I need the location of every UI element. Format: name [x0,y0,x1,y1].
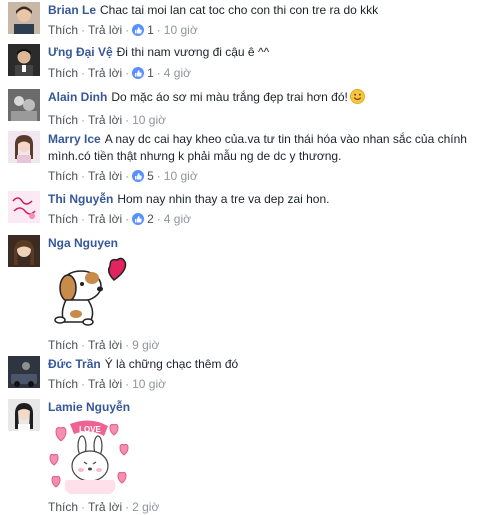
comment-text: Hom nay nhin thay a tre va dep zai hon. [117,192,330,206]
like-icon [132,67,145,79]
like-icon [132,24,145,36]
like-link[interactable]: Thích [48,377,78,391]
timestamp[interactable]: 10 giờ [164,23,198,37]
reply-link[interactable]: Trả lời [88,23,122,37]
reply-link[interactable]: Trả lời [88,377,122,391]
timestamp[interactable]: 4 giờ [164,66,191,80]
timestamp[interactable]: 2 giờ [132,500,159,514]
avatar[interactable] [8,2,40,34]
timestamp[interactable]: 10 giờ [164,169,198,183]
like-count[interactable]: 5 [147,169,154,183]
avatar[interactable] [8,235,40,267]
comment-author[interactable]: Lamie Nguyễn [48,400,130,414]
avatar[interactable] [8,399,40,431]
comment-author[interactable]: Thi Nguyễn [48,192,113,206]
comment-text: Ý là chững chạc thêm đó [104,357,239,371]
like-count[interactable]: 2 [147,212,154,226]
comment-author[interactable]: Ưng Đại Vệ [48,45,113,59]
comment-text: Do mặc áo sơ mi màu trắng đẹp trai hơn đ… [111,90,348,104]
avatar[interactable] [8,356,40,388]
comment-author[interactable]: Marry Ice [48,132,101,146]
like-link[interactable]: Thích [48,113,78,127]
like-icon [132,170,145,182]
avatar[interactable] [8,191,40,223]
comment-text: Đi thi nam vương đi cậu ê ^^ [116,45,270,59]
like-count[interactable]: 1 [147,23,154,37]
like-link[interactable]: Thích [48,500,78,514]
love-bunny-sticker[interactable]: LOVE [48,418,493,499]
reply-link[interactable]: Trả lời [88,169,122,183]
comment-text: A nay dc cai hay kheo của.va tư tin thái… [104,132,467,146]
smile-emoji-icon [349,89,365,109]
timestamp[interactable]: 4 giờ [164,212,191,226]
like-link[interactable]: Thích [48,169,78,183]
reply-link[interactable]: Trả lời [88,212,122,226]
dog-heart-sticker[interactable] [48,256,493,335]
timestamp[interactable]: 9 giờ [132,338,159,352]
timestamp[interactable]: 10 giờ [132,377,166,391]
like-count[interactable]: 1 [147,66,154,80]
like-icon [132,213,145,225]
like-link[interactable]: Thích [48,338,78,352]
avatar[interactable] [8,131,40,163]
comment-author[interactable]: Nga Nguyen [48,236,118,250]
svg-text:LOVE: LOVE [79,425,101,434]
reply-link[interactable]: Trả lời [88,338,122,352]
reply-link[interactable]: Trả lời [88,113,122,127]
like-link[interactable]: Thích [48,212,78,226]
like-link[interactable]: Thích [48,23,78,37]
reply-link[interactable]: Trả lời [88,500,122,514]
like-link[interactable]: Thích [48,66,78,80]
comment-text: mình.có tiền thật nhưng k phải mẫu ng de… [48,149,342,163]
timestamp[interactable]: 10 giờ [132,113,166,127]
comment-text: Chac tai moi lan cat toc cho con thi con… [100,3,379,17]
avatar[interactable] [8,44,40,76]
comment-author[interactable]: Đức Trần [48,357,101,371]
reply-link[interactable]: Trả lời [88,66,122,80]
avatar[interactable] [8,89,40,121]
comment-author[interactable]: Alain Dinh [48,90,107,104]
comment-author[interactable]: Brian Le [48,3,96,17]
